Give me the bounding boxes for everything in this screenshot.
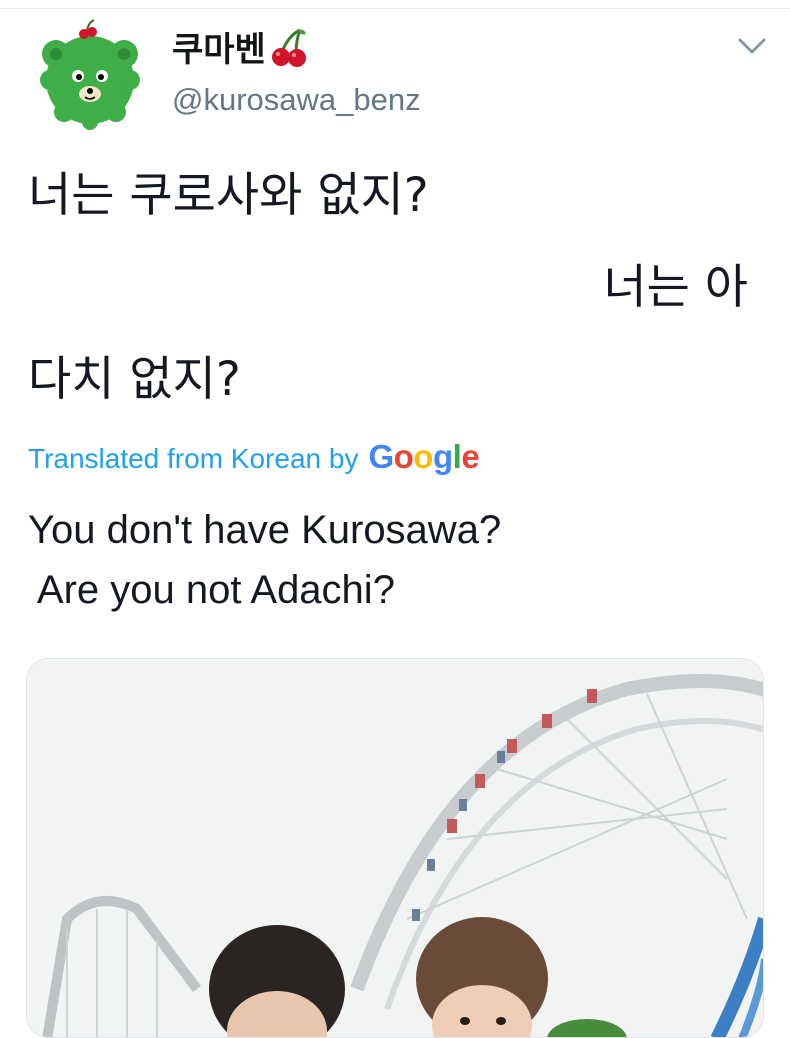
display-name[interactable]: 쿠마벤 — [172, 22, 308, 71]
translated-line: You don't have Kurosawa? — [28, 508, 502, 552]
display-name-text: 쿠마벤 — [172, 30, 266, 70]
tweet-text-line: 다치 없지? — [28, 352, 241, 407]
translated-text: You don't have Kurosawa? Are you not Ada… — [28, 500, 768, 620]
avatar[interactable] — [34, 18, 146, 130]
green-bear-avatar-icon — [40, 19, 140, 130]
user-handle[interactable]: @kurosawa_benz — [172, 82, 421, 118]
tweet-text-line: 너는 아 — [603, 260, 748, 315]
translated-line: Are you not Adachi? — [28, 568, 395, 612]
tweet-text-line: 너는 쿠로사와 없지? — [28, 168, 429, 223]
chevron-down-icon[interactable] — [734, 28, 770, 64]
translated-from-link[interactable]: Translated from Korean by Google — [28, 438, 480, 476]
cherry-icon — [270, 26, 308, 68]
tweet-text: 너는 쿠로사와 없지? 너는 아 다치 없지? — [28, 150, 768, 426]
google-logo: Google — [368, 438, 480, 475]
top-divider — [0, 8, 790, 9]
translated-label: Translated from Korean by — [28, 443, 359, 474]
ferris-wheel-photo — [27, 659, 763, 1037]
tweet-media-image[interactable] — [26, 658, 764, 1038]
